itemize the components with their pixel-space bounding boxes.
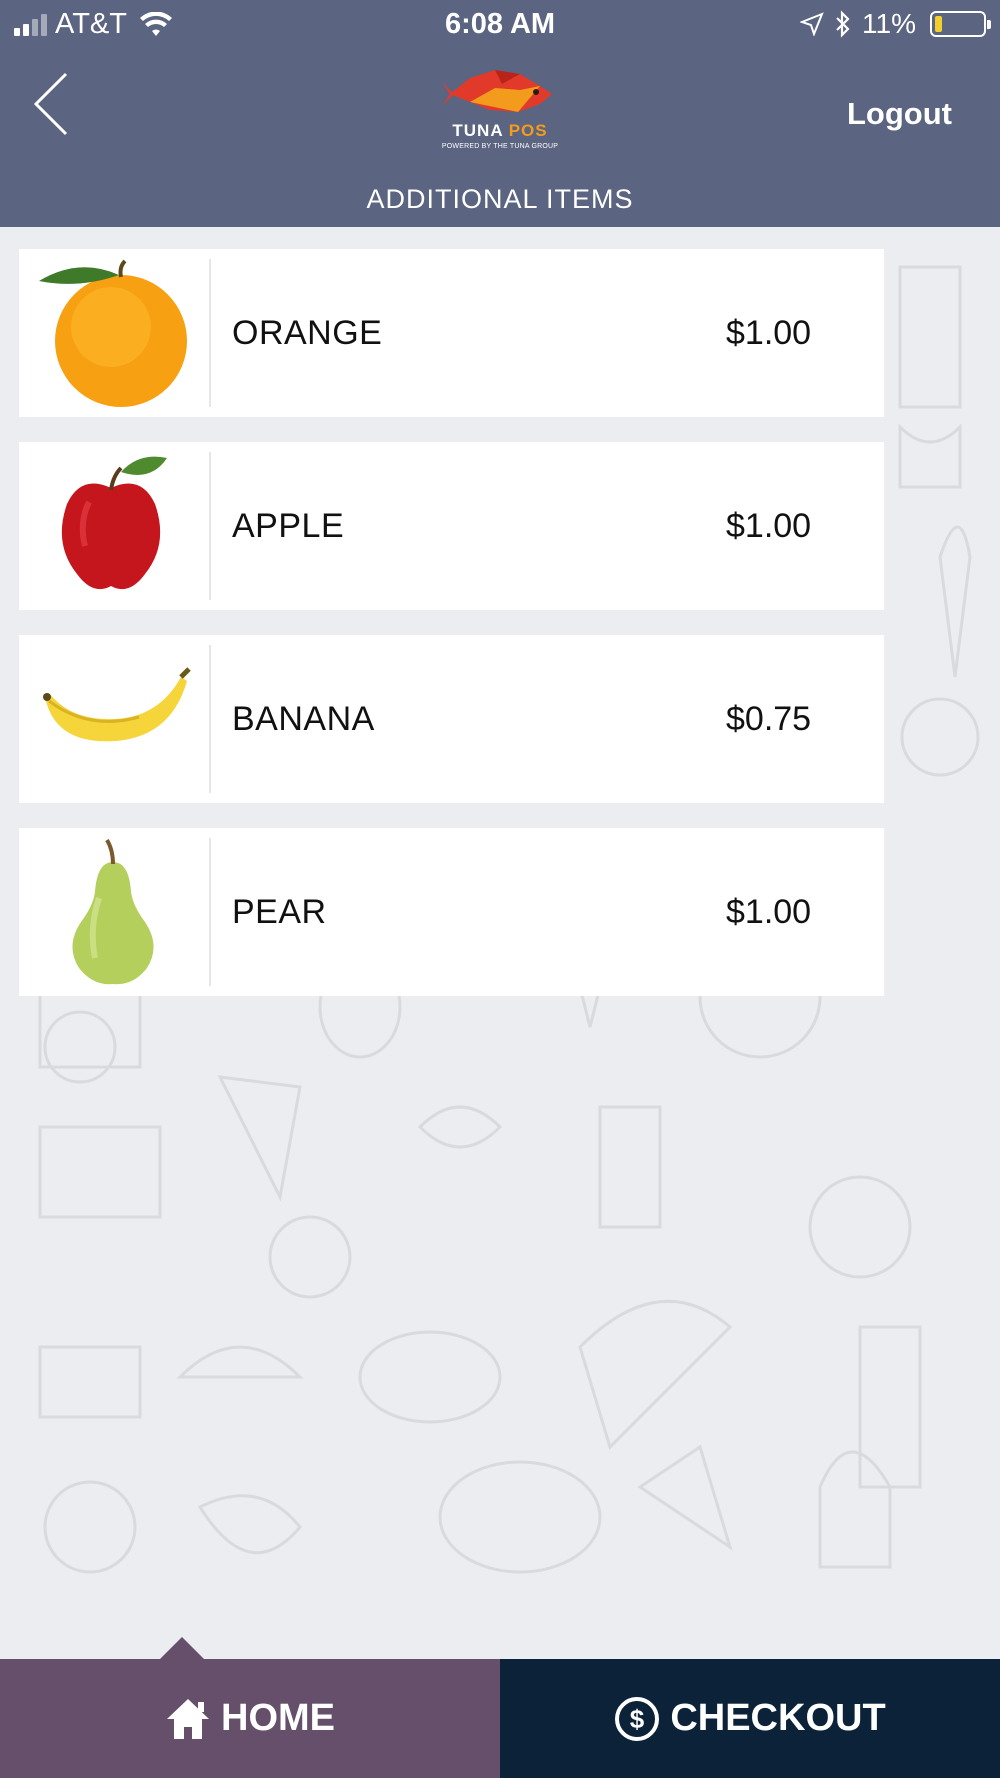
list-item-banana[interactable]: BANANA $0.75 (19, 635, 884, 803)
item-name: ORANGE (232, 314, 383, 352)
app-header: AT&T 6:08 AM 11% TUNA POS POWERED BY THE… (0, 0, 1000, 227)
logout-button[interactable]: Logout (847, 96, 952, 132)
fish-logo-icon (442, 70, 552, 112)
page-title: ADDITIONAL ITEMS (366, 184, 634, 214)
list-item-orange[interactable]: ORANGE $1.00 (19, 249, 884, 417)
tab-checkout-label: CHECKOUT (670, 1697, 886, 1739)
pear-fruit-icon (19, 828, 209, 996)
tuna-pos-logo: TUNA POS POWERED BY THE TUNA GROUP (440, 64, 560, 156)
active-tab-indicator (160, 1637, 204, 1659)
battery-icon (930, 11, 991, 37)
item-price: $1.00 (726, 314, 812, 352)
item-name: BANANA (232, 700, 375, 738)
item-name: PEAR (232, 893, 327, 931)
item-divider (209, 838, 211, 986)
orange-fruit-icon (19, 249, 209, 417)
home-icon (167, 1698, 209, 1739)
bottom-nav: HOME $ CHECKOUT (0, 1659, 1000, 1778)
dollar-circle-icon: $ (615, 1696, 660, 1741)
tab-checkout[interactable]: $ CHECKOUT (500, 1659, 1000, 1778)
item-divider (209, 452, 211, 600)
item-divider (209, 259, 211, 407)
tab-home-label: HOME (221, 1697, 335, 1739)
chevron-left-icon (33, 72, 68, 136)
banana-fruit-icon (19, 635, 209, 803)
apple-fruit-icon (19, 442, 209, 610)
logo-wordmark: TUNA POS (440, 121, 560, 141)
logo-tagline: POWERED BY THE TUNA GROUP (441, 143, 559, 150)
battery-percent: 11% (862, 8, 916, 39)
bluetooth-icon (836, 10, 850, 38)
item-price: $1.00 (726, 507, 812, 545)
item-price: $1.00 (726, 893, 812, 931)
location-arrow-icon (800, 12, 824, 36)
item-price: $0.75 (726, 700, 812, 738)
back-button[interactable] (30, 70, 80, 140)
item-divider (209, 645, 211, 793)
list-item-apple[interactable]: APPLE $1.00 (19, 442, 884, 610)
logo-name-accent: POS (508, 121, 548, 140)
tab-home[interactable]: HOME (0, 1659, 500, 1778)
status-bar: AT&T 6:08 AM 11% (0, 0, 1000, 50)
logo-name-main: TUNA (452, 121, 503, 140)
item-name: APPLE (232, 507, 345, 545)
list-item-pear[interactable]: PEAR $1.00 (19, 828, 884, 996)
svg-text:$: $ (630, 1704, 645, 1734)
